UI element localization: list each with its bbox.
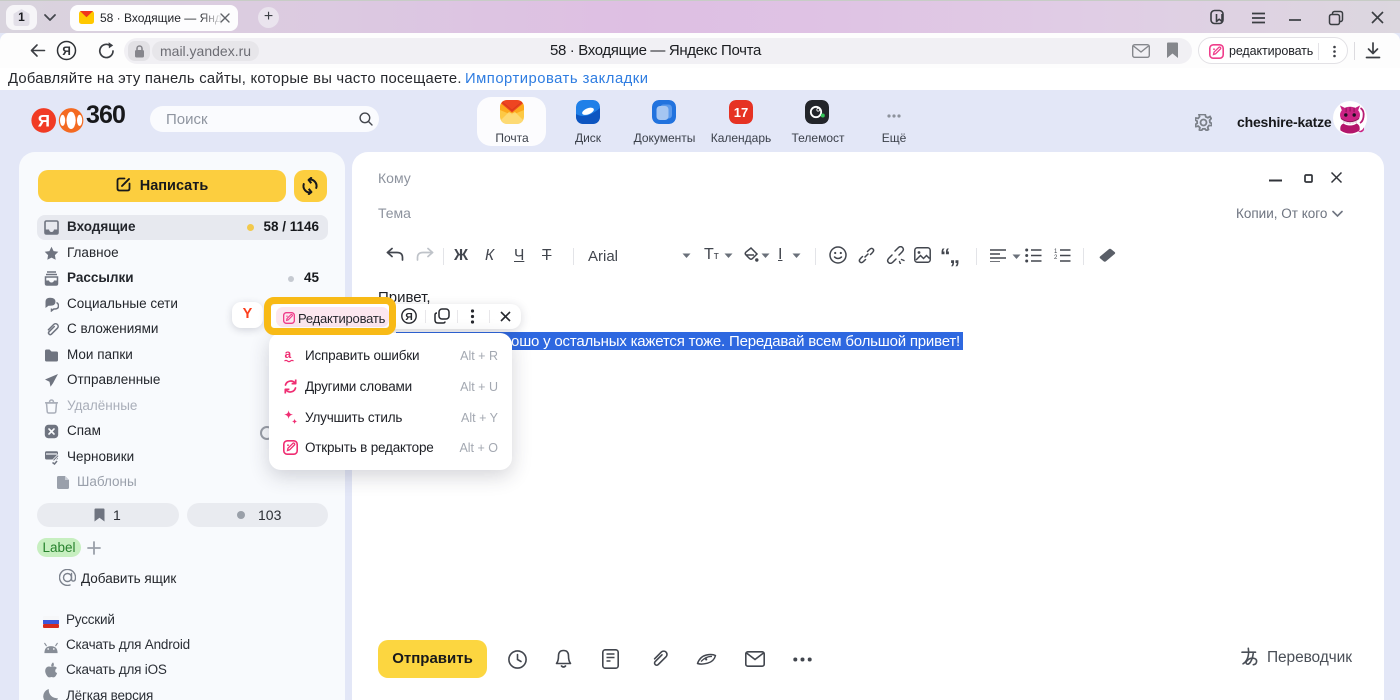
svg-text:2: 2 <box>1054 255 1058 261</box>
svg-text:17: 17 <box>734 105 748 120</box>
svg-text:Я: Я <box>38 111 50 130</box>
svg-text:Я: Я <box>62 44 71 58</box>
svg-text:Я: Я <box>405 311 413 323</box>
svg-text:a: a <box>285 348 292 361</box>
